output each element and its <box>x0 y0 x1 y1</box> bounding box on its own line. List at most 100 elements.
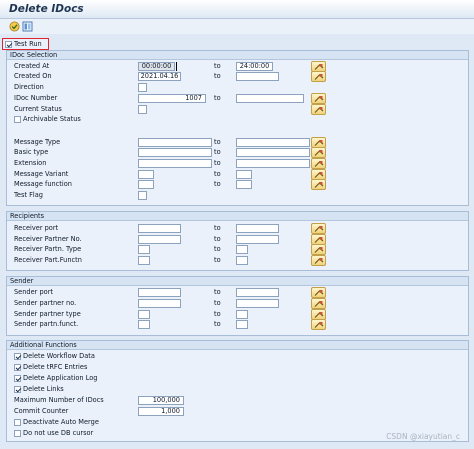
deactivate-auto-merge-label: Deactivate Auto Merge <box>23 418 99 426</box>
receiver-part-functn-label: Receiver Part.Functn <box>14 256 82 264</box>
extension-to-input[interactable] <box>236 159 310 168</box>
multiple-selection-icon <box>314 182 324 188</box>
receiver-partner-no-to-input[interactable] <box>236 235 279 244</box>
deactivate-auto-merge-checkbox[interactable] <box>14 419 21 426</box>
delete-application-log-checkbox[interactable] <box>14 375 21 382</box>
test-flag-input[interactable] <box>138 191 147 200</box>
sender-partner-no-label: Sender partner no. <box>14 299 77 307</box>
archivable-status-checkbox[interactable] <box>14 116 21 123</box>
sender-partn-funct-to-label: to <box>214 320 221 328</box>
recipients-title: Recipients <box>7 212 468 221</box>
test-run-label: Test Run <box>14 40 42 48</box>
multiple-selection-icon <box>314 150 324 156</box>
multiple-selection-icon <box>314 237 324 243</box>
message-type-from-input[interactable] <box>138 138 212 147</box>
delete-links-label: Delete Links <box>23 385 64 393</box>
receiver-port-to-input[interactable] <box>236 224 279 233</box>
extension-multiple-selection-button[interactable] <box>311 158 326 169</box>
execute-icon[interactable] <box>9 21 20 32</box>
multiple-selection-icon <box>314 140 324 146</box>
max-idocs-label: Maximum Number of IDocs <box>14 396 104 404</box>
receiver-part-functn-to-label: to <box>214 256 221 264</box>
idoc-number-label: IDoc Number <box>14 94 58 102</box>
delete-links-checkbox[interactable] <box>14 386 21 393</box>
sender-partn-funct-from-input[interactable] <box>138 320 150 329</box>
direction-input[interactable] <box>138 83 147 92</box>
delete-workflow-data-checkbox[interactable] <box>14 353 21 360</box>
receiver-partner-no-from-input[interactable] <box>138 235 181 244</box>
current-status-multiple-selection-button[interactable] <box>311 104 326 115</box>
multiple-selection-icon <box>314 258 324 264</box>
receiver-port-from-input[interactable] <box>138 224 181 233</box>
receiver-partn-type-from-input[interactable] <box>138 245 150 254</box>
sender-partner-type-to-input[interactable] <box>236 310 248 319</box>
message-function-from-input[interactable] <box>138 180 154 189</box>
created-on-multiple-selection-button[interactable] <box>311 71 326 82</box>
basic-type-multiple-selection-button[interactable] <box>311 147 326 158</box>
multiple-selection-icon <box>314 226 324 232</box>
current-status-label: Current Status <box>14 105 62 113</box>
sender-port-to-input[interactable] <box>236 288 279 297</box>
page-title: Delete IDocs <box>9 3 84 15</box>
max-idocs-input[interactable]: 100,000 <box>138 396 184 405</box>
sender-port-from-input[interactable] <box>138 288 181 297</box>
basic-type-from-input[interactable] <box>138 148 212 157</box>
multiple-selection-icon <box>314 290 324 296</box>
receiver-partner-no-label: Receiver Partner No. <box>14 235 82 243</box>
current-status-input[interactable] <box>138 105 147 114</box>
receiver-port-multiple-selection-button[interactable] <box>311 223 326 234</box>
receiver-partn-type-to-input[interactable] <box>236 245 248 254</box>
sender-partner-no-to-input[interactable] <box>236 299 279 308</box>
test-run-checkbox[interactable] <box>5 41 12 48</box>
created-at-from-input[interactable]: 00:00:00 <box>138 62 175 71</box>
receiver-partn-type-to-label: to <box>214 245 221 253</box>
created-at-to-input[interactable]: 24:00:00 <box>236 62 273 71</box>
message-variant-to-label: to <box>214 170 221 178</box>
sender-partner-no-from-input[interactable] <box>138 299 181 308</box>
sender-partner-type-from-input[interactable] <box>138 310 150 319</box>
basic-type-label: Basic type <box>14 148 49 156</box>
receiver-partner-no-to-label: to <box>214 235 221 243</box>
multiple-selection-icon <box>314 301 324 307</box>
created-on-to-input[interactable] <box>236 72 279 81</box>
multiple-selection-icon <box>314 96 324 102</box>
do-not-use-db-cursor-label: Do not use DB cursor <box>23 429 94 437</box>
extension-from-input[interactable] <box>138 159 212 168</box>
multiple-selection-icon <box>314 74 324 80</box>
receiver-part-functn-multiple-selection-button[interactable] <box>311 255 326 266</box>
receiver-part-functn-to-input[interactable] <box>236 256 248 265</box>
commit-counter-input[interactable]: 1,000 <box>138 407 184 416</box>
sender-partn-funct-multiple-selection-button[interactable] <box>311 319 326 330</box>
message-function-label: Message function <box>14 180 72 188</box>
message-function-multiple-selection-button[interactable] <box>311 179 326 190</box>
additional-functions-title: Additional Functions <box>7 341 468 350</box>
sender-partner-no-to-label: to <box>214 299 221 307</box>
idoc-number-multiple-selection-button[interactable] <box>311 93 326 104</box>
sender-port-multiple-selection-button[interactable] <box>311 287 326 298</box>
idoc-number-from-input[interactable]: 1007 <box>138 94 206 103</box>
receiver-partn-type-multiple-selection-button[interactable] <box>311 244 326 255</box>
basic-type-to-input[interactable] <box>236 148 310 157</box>
receiver-port-label: Receiver port <box>14 224 59 232</box>
message-variant-from-input[interactable] <box>138 170 154 179</box>
multiple-selection-icon <box>314 161 324 167</box>
receiver-part-functn-from-input[interactable] <box>138 256 150 265</box>
message-function-to-input[interactable] <box>236 180 252 189</box>
delete-trfc-entries-checkbox[interactable] <box>14 364 21 371</box>
archivable-status-label: Archivable Status <box>23 115 81 123</box>
sender-partner-no-multiple-selection-button[interactable] <box>311 298 326 309</box>
multiple-selection-icon <box>314 107 324 113</box>
text-cursor <box>176 62 177 71</box>
sender-partner-type-to-label: to <box>214 310 221 318</box>
do-not-use-db-cursor-checkbox[interactable] <box>14 430 21 437</box>
created-on-from-input[interactable]: 2021.04.16 <box>138 72 181 81</box>
message-variant-to-input[interactable] <box>236 170 252 179</box>
message-type-to-input[interactable] <box>236 138 310 147</box>
idoc-number-to-input[interactable] <box>236 94 304 103</box>
commit-counter-label: Commit Counter <box>14 407 69 415</box>
sender-partn-funct-to-input[interactable] <box>236 320 248 329</box>
watermark: CSDN @xiayutian_c <box>386 432 460 441</box>
variants-icon[interactable] <box>22 21 33 32</box>
delete-trfc-entries-label: Delete tRFC Entries <box>23 363 88 371</box>
message-type-label: Message Type <box>14 138 61 146</box>
